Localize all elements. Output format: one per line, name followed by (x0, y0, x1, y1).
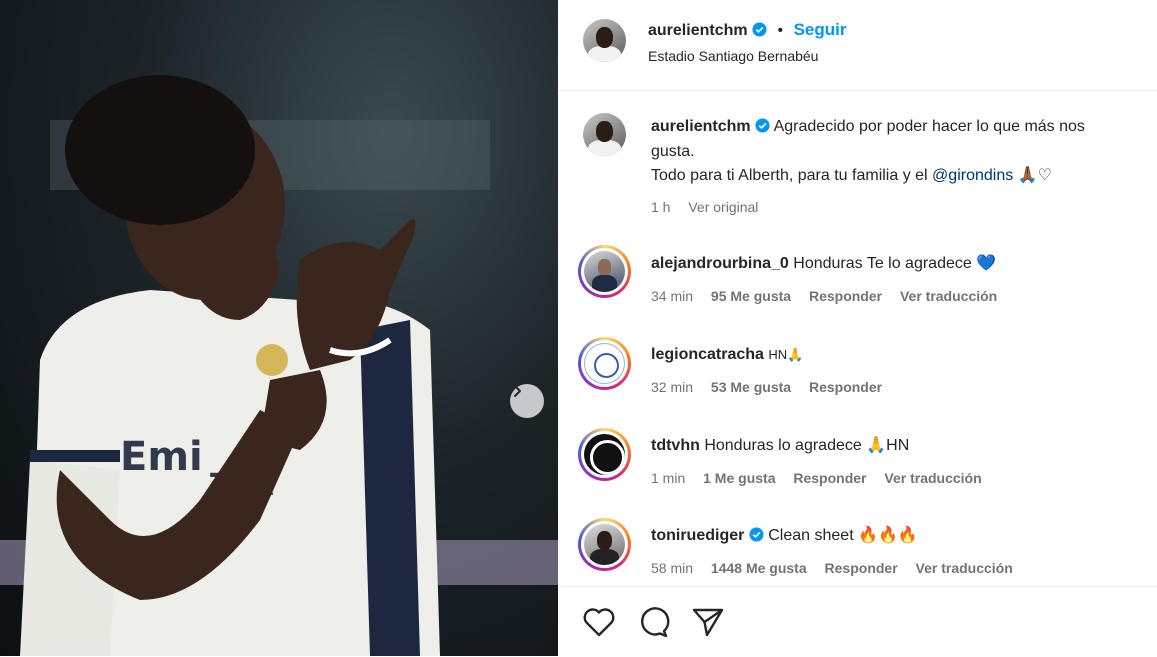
share-button[interactable] (691, 606, 725, 643)
comment-1: alejandrourbina_0 Honduras Te lo agradec… (651, 252, 996, 276)
comment-1-time: 34 min (651, 288, 694, 304)
caption-text-1: Agradecido por poder hacer lo que más no… (773, 118, 1085, 135)
post-header (558, 0, 1157, 91)
post-location[interactable]: Estadio Santiago Bernabéu (648, 48, 818, 64)
caption-avatar[interactable] (583, 113, 626, 156)
send-icon (692, 608, 724, 637)
comment-4-username[interactable]: toniruediger (651, 527, 744, 544)
like-button[interactable] (582, 606, 616, 643)
comment-3-text: Honduras lo agradece 🙏HN (704, 437, 910, 454)
verified-badge-icon (749, 527, 764, 542)
caption-text-3: Todo para ti Alberth, para tu familia y … (651, 167, 928, 184)
comment-3-username[interactable]: tdtvhn (651, 437, 700, 454)
comment-4-text: Clean sheet 🔥🔥🔥 (768, 527, 918, 544)
comment-3-meta: 1 min 1 Me gusta Responder Ver traducció… (651, 470, 996, 486)
caption-emojis: 🙏🏾♡ (1017, 167, 1052, 184)
comment-1-text: Honduras Te lo agradece 💙 (793, 255, 997, 272)
chevron-right-icon (514, 385, 521, 397)
heart-icon (583, 608, 615, 637)
comment-1-translate-button[interactable]: Ver traducción (900, 288, 997, 304)
comment-4-likes[interactable]: 1448 Me gusta (711, 560, 807, 576)
comment-1-meta: 34 min 95 Me gusta Responder Ver traducc… (651, 288, 1011, 304)
comment-button[interactable] (636, 606, 670, 643)
comment-2-text: HN🙏 (768, 347, 804, 362)
comment-1-username[interactable]: alejandrourbina_0 (651, 255, 789, 272)
comment-3-translate-button[interactable]: Ver traducción (884, 470, 981, 486)
follow-button[interactable]: Seguir (794, 20, 847, 39)
comment-2-likes[interactable]: 53 Me gusta (711, 379, 791, 395)
see-original-button[interactable]: Ver original (688, 199, 758, 215)
comment-4-translate-button[interactable]: Ver traducción (916, 560, 1013, 576)
author-avatar[interactable] (583, 19, 626, 62)
comment-2-time: 32 min (651, 379, 694, 395)
verified-badge-icon (755, 118, 770, 133)
comment-3-reply-button[interactable]: Responder (793, 470, 866, 486)
header-user-row: aurelientchm • Seguir (648, 19, 846, 42)
caption-line-3: Todo para ti Alberth, para tu familia y … (651, 164, 1052, 188)
separator-dot: • (777, 22, 784, 39)
comment-avatar-4[interactable] (578, 518, 631, 571)
caption-text-2: gusta. (651, 143, 695, 160)
comment-1-reply-button[interactable]: Responder (809, 288, 882, 304)
comment-1-likes[interactable]: 95 Me gusta (711, 288, 791, 304)
svg-text:Emi: Emi (120, 434, 203, 480)
caption-line-1: aurelientchm Agradecido por poder hacer … (651, 115, 1085, 139)
comment-4-meta: 58 min 1448 Me gusta Responder Ver tradu… (651, 560, 1027, 576)
player-illustration: Emi TER (0, 75, 558, 656)
comment-3-time: 1 min (651, 470, 686, 486)
mention-link[interactable]: @girondins (932, 167, 1013, 184)
verified-badge-icon (752, 22, 767, 37)
caption-meta: 1 h Ver original (651, 199, 772, 215)
next-photo-button[interactable] (510, 384, 544, 418)
comment-icon (641, 607, 670, 638)
comment-2-meta: 32 min 53 Me gusta Responder (651, 379, 896, 395)
comment-4-reply-button[interactable]: Responder (825, 560, 898, 576)
comment-avatar-3[interactable] (578, 428, 631, 481)
author-username[interactable]: aurelientchm (648, 22, 748, 39)
comment-4: toniruediger Clean sheet 🔥🔥🔥 (651, 524, 918, 548)
comment-3-likes[interactable]: 1 Me gusta (703, 470, 775, 486)
comment-2-username[interactable]: legioncatracha (651, 346, 764, 363)
comment-2: legioncatracha HN🙏 (651, 343, 803, 367)
comment-4-time: 58 min (651, 560, 694, 576)
comment-3: tdtvhn Honduras lo agradece 🙏HN (651, 434, 909, 458)
caption-username[interactable]: aurelientchm (651, 118, 751, 135)
caption-time: 1 h (651, 199, 671, 215)
post-side-panel (558, 0, 1157, 656)
post-photo: Emi TER (0, 0, 558, 656)
comment-avatar-2[interactable] (578, 337, 631, 390)
comment-avatar-1[interactable] (578, 245, 631, 298)
comment-2-reply-button[interactable]: Responder (809, 379, 882, 395)
